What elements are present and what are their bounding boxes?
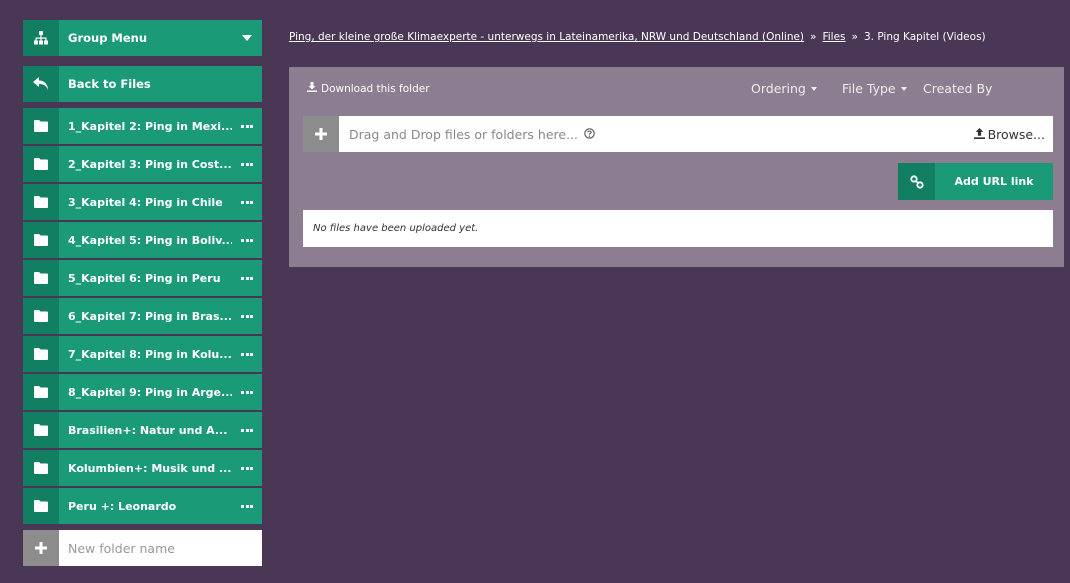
new-folder-input[interactable] [59,530,262,566]
drop-zone-text: Drag and Drop files or folders here... [339,127,974,142]
folder-icon [23,260,59,296]
sort-ordering-dropdown[interactable]: Ordering [751,81,817,96]
folder-label: 3_Kapitel 4: Ping in Chile [68,195,223,209]
folder-icon [23,184,59,220]
download-folder-label: Download this folder [321,82,430,95]
folder-item[interactable]: 5_Kapitel 6: Ping in Peru [23,260,262,296]
folder-icon [23,412,59,448]
plus-icon[interactable] [23,530,59,566]
folder-icon [23,146,59,182]
breadcrumb-separator: » [810,31,817,43]
back-to-files-label: Back to Files [68,77,151,91]
folder-label: 4_Kapitel 5: Ping in Boliv... [68,233,232,247]
sort-createdby-button[interactable]: Created By [923,81,992,96]
folder-item[interactable]: 8_Kapitel 9: Ping in Arge... [23,374,262,410]
sort-createdby-label: Created By [923,81,993,96]
folder-item[interactable]: Brasilien+: Natur und A... [23,412,262,448]
empty-message: No files have been uploaded yet. [313,223,479,234]
folder-item[interactable]: 7_Kapitel 8: Ping in Kolu... [23,336,262,372]
help-icon[interactable] [584,127,595,142]
sort-ordering-label: Ordering [751,81,806,96]
reply-arrow-icon [23,66,59,102]
folder-item[interactable]: 1_Kapitel 2: Ping in Mexi... [23,108,262,144]
plus-icon[interactable] [303,116,339,152]
sort-filetype-dropdown[interactable]: File Type [842,81,907,96]
download-icon [307,82,317,95]
breadcrumb-files-link[interactable]: Files [822,31,845,43]
folder-item[interactable]: 3_Kapitel 4: Ping in Chile [23,184,262,220]
upload-icon [973,127,985,142]
folder-label: Kolumbien+: Musik und ... [68,461,232,475]
folder-label: 8_Kapitel 9: Ping in Arge... [68,385,232,399]
breadcrumb: Ping, der kleine große Klimaexperte - un… [289,31,986,43]
group-menu-button[interactable]: Group Menu [23,20,262,56]
group-menu-label: Group Menu [68,31,148,45]
caret-down-icon [900,86,907,91]
more-options-icon[interactable] [232,184,262,220]
folder-label: 6_Kapitel 7: Ping in Bras... [68,309,232,323]
caret-down-icon [810,86,817,91]
more-options-icon[interactable] [232,412,262,448]
folder-item[interactable]: Peru +: Leonardo [23,488,262,524]
link-icon [898,163,935,200]
browse-button[interactable]: Browse... [973,126,1053,142]
drop-zone[interactable]: Drag and Drop files or folders here... B… [303,116,1053,152]
folder-icon [23,108,59,144]
add-url-link-label: Add URL link [954,175,1034,188]
new-folder-form [23,530,262,566]
folder-icon [23,222,59,258]
folder-label: 2_Kapitel 3: Ping in Cost... [68,157,232,171]
more-options-icon[interactable] [232,450,262,486]
files-panel: Download this folder Ordering File Type … [289,67,1064,267]
folder-item[interactable]: 2_Kapitel 3: Ping in Cost... [23,146,262,182]
folder-icon [23,450,59,486]
sidebar: Group Menu Back to Files 1_Kapitel 2: Pi… [23,20,262,566]
more-options-icon[interactable] [232,108,262,144]
drop-zone-label: Drag and Drop files or folders here... [349,126,579,142]
folder-label: Peru +: Leonardo [68,499,177,513]
folder-icon [23,374,59,410]
add-url-link-button[interactable]: Add URL link [898,163,1053,200]
download-folder-link[interactable]: Download this folder [307,82,430,95]
more-options-icon[interactable] [232,488,262,524]
files-toolbar: Download this folder Ordering File Type … [289,67,1064,112]
folder-icon [23,336,59,372]
sitemap-icon [23,20,59,56]
breadcrumb-group-link[interactable]: Ping, der kleine große Klimaexperte - un… [289,31,804,43]
folder-label: Brasilien+: Natur und A... [68,423,228,437]
folder-item[interactable]: Kolumbien+: Musik und ... [23,450,262,486]
folder-icon [23,488,59,524]
browse-label: Browse... [987,126,1045,142]
folder-icon [23,298,59,334]
more-options-icon[interactable] [232,374,262,410]
more-options-icon[interactable] [232,336,262,372]
folder-item[interactable]: 6_Kapitel 7: Ping in Bras... [23,298,262,334]
chevron-down-icon [232,20,262,56]
folder-label: 5_Kapitel 6: Ping in Peru [68,271,221,285]
sort-filetype-label: File Type [842,81,896,96]
breadcrumb-current: 3. Ping Kapitel (Videos) [863,31,986,43]
more-options-icon[interactable] [232,260,262,296]
more-options-icon[interactable] [232,298,262,334]
folder-list: 1_Kapitel 2: Ping in Mexi... 2_Kapitel 3:… [23,108,262,524]
file-list-empty: No files have been uploaded yet. [303,210,1053,247]
more-options-icon[interactable] [232,222,262,258]
more-options-icon[interactable] [232,146,262,182]
folder-label: 7_Kapitel 8: Ping in Kolu... [68,347,232,361]
back-to-files-button[interactable]: Back to Files [23,66,262,102]
breadcrumb-separator: » [851,31,858,43]
folder-label: 1_Kapitel 2: Ping in Mexi... [68,119,232,133]
folder-item[interactable]: 4_Kapitel 5: Ping in Boliv... [23,222,262,258]
